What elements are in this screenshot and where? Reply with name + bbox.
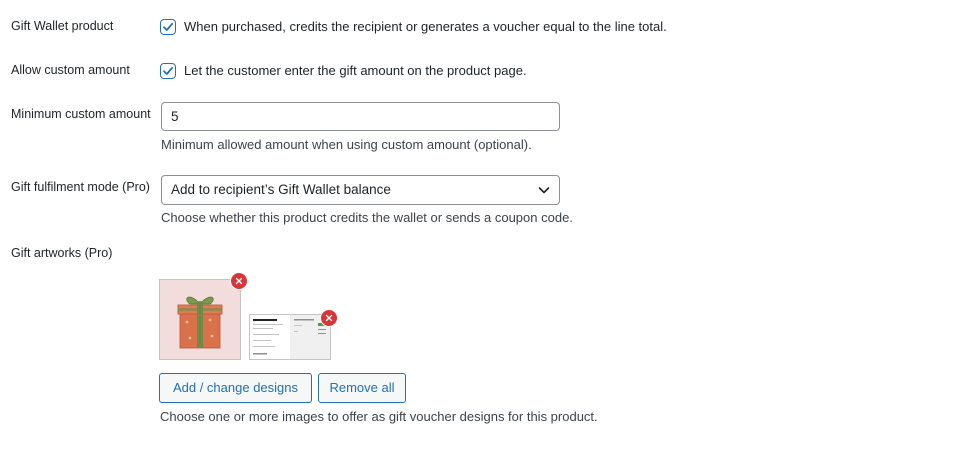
checkmark-icon [163,22,174,31]
remove-gift-box-artwork-button[interactable] [230,272,248,290]
screenshot-artwork-thumbnail[interactable] [249,314,331,360]
fulfilment-mode-select[interactable]: Add to recipient’s Gift Wallet balance [161,175,560,205]
gift-box-artwork-thumbnail[interactable] [159,279,241,360]
close-icon [325,314,333,322]
minimum-custom-amount-label: Minimum custom amount [11,107,151,121]
add-change-designs-button[interactable]: Add / change designs [159,373,312,403]
gift-wallet-product-label: Gift Wallet product [11,19,114,33]
gift-box-image [160,280,240,359]
allow-custom-amount-label: Allow custom amount [11,63,130,77]
fulfilment-mode-description: Choose whether this product credits the … [161,210,573,225]
minimum-custom-amount-input[interactable] [161,102,560,131]
remove-screenshot-artwork-button[interactable] [320,309,338,327]
gift-wallet-product-description: When purchased, credits the recipient or… [184,19,667,34]
allow-custom-amount-checkbox[interactable] [160,63,176,79]
gift-wallet-product-checkbox[interactable] [160,19,176,35]
chevron-down-icon [538,187,550,194]
gift-artworks-label: Gift artworks (Pro) [11,246,113,260]
fulfilment-mode-selected-value: Add to recipient’s Gift Wallet balance [171,182,391,197]
close-icon [235,277,243,285]
fulfilment-mode-label: Gift fulfilment mode (Pro) [11,180,150,194]
gift-artworks-description: Choose one or more images to offer as gi… [160,409,598,424]
remove-all-button[interactable]: Remove all [318,373,406,403]
minimum-custom-amount-description: Minimum allowed amount when using custom… [161,137,532,152]
checkmark-icon [163,66,174,75]
screenshot-image [250,315,330,359]
allow-custom-amount-description: Let the customer enter the gift amount o… [184,63,527,78]
